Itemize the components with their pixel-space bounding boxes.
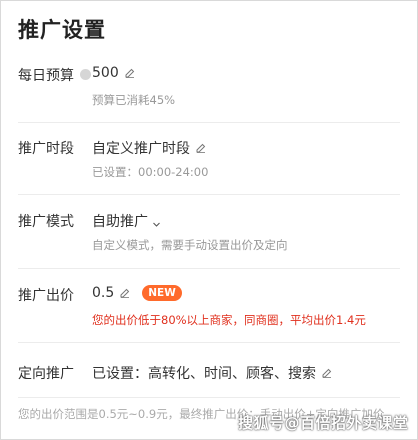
divider: [18, 122, 400, 123]
targeting-label: 定向推广: [18, 366, 74, 382]
bid-value-wrap: 0.5 NEW: [92, 285, 182, 301]
watermark: 搜狐号@百倍招外卖课堂: [238, 414, 409, 432]
chevron-down-icon: [152, 217, 161, 227]
budget-note: 预算已消耗45%: [92, 93, 176, 107]
divider: [18, 268, 400, 269]
schedule-value-wrap: 自定义推广时段: [92, 138, 206, 158]
schedule-label: 推广时段: [18, 141, 74, 157]
mode-select[interactable]: 自助推广: [92, 211, 161, 231]
new-badge: NEW: [142, 285, 182, 301]
bid-value: 0.5: [92, 285, 115, 301]
mode-value: 自助推广: [92, 214, 148, 230]
edit-icon[interactable]: [125, 68, 135, 78]
mode-label: 推广模式: [18, 214, 74, 230]
schedule-note: 已设置：00:00-24:00: [92, 165, 209, 179]
targeting-value-wrap: 已设置：高转化、时间、顾客、搜索: [92, 363, 332, 383]
edit-icon[interactable]: [196, 143, 206, 153]
budget-label: 每日预算: [18, 68, 74, 84]
budget-value: 500: [92, 65, 119, 81]
targeting-value: 已设置：高转化、时间、顾客、搜索: [92, 366, 316, 382]
edit-icon[interactable]: [120, 288, 130, 298]
mode-note: 自定义模式，需要手动设置出价及定向: [92, 238, 288, 252]
divider: [18, 194, 400, 195]
edit-icon[interactable]: [322, 368, 332, 378]
bid-label: 推广出价: [18, 288, 74, 304]
divider: [18, 342, 400, 343]
page-title: 推广设置: [18, 18, 106, 42]
help-icon[interactable]: [80, 69, 91, 80]
bid-warning: 您的出价低于80%以上商家，同商圈，平均出价1.4元: [92, 313, 366, 327]
budget-value-wrap: 500: [92, 65, 135, 81]
divider: [18, 397, 400, 398]
schedule-value: 自定义推广时段: [92, 141, 190, 157]
